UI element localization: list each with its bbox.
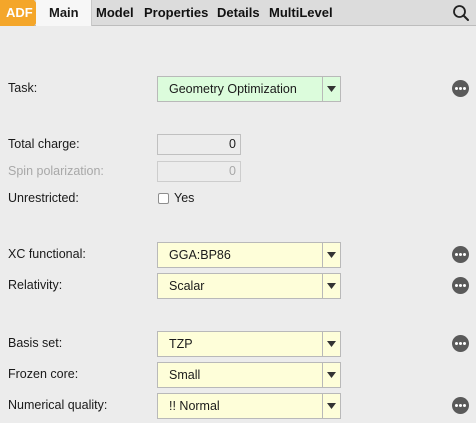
numerical-quality-value: !! Normal [169, 399, 220, 413]
tab-main[interactable]: Main [36, 0, 92, 26]
frozen-core-select[interactable]: Small [157, 362, 341, 388]
basis-set-more-options-icon[interactable] [452, 335, 469, 352]
relativity-select[interactable]: Scalar [157, 273, 341, 299]
xc-functional-dropdown[interactable] [322, 243, 340, 267]
numerical-quality-more-options-icon[interactable] [452, 397, 469, 414]
basis-set-value: TZP [169, 337, 193, 351]
chevron-down-icon [327, 283, 336, 289]
tab-details[interactable]: Details [217, 0, 260, 26]
relativity-dropdown[interactable] [322, 274, 340, 298]
relativity-value: Scalar [169, 279, 205, 293]
tab-model[interactable]: Model [96, 0, 134, 26]
spin-polarization-field: 0 [157, 161, 241, 182]
xc-functional-value: GGA:BP86 [169, 248, 231, 262]
unrestricted-checkbox[interactable] [158, 193, 169, 204]
basis-set-label: Basis set: [8, 336, 63, 350]
task-dropdown[interactable] [322, 77, 340, 101]
numerical-quality-dropdown[interactable] [322, 394, 340, 418]
chevron-down-icon [327, 252, 336, 258]
total-charge-label: Total charge: [8, 137, 80, 151]
relativity-more-options-icon[interactable] [452, 277, 469, 294]
xc-functional-label: XC functional: [8, 247, 86, 261]
tab-bar: ADF Main Model Properties Details MultiL… [0, 0, 476, 26]
task-value: Geometry Optimization [169, 82, 297, 96]
frozen-core-label: Frozen core: [8, 367, 79, 381]
chevron-down-icon [327, 341, 336, 347]
xc-functional-more-options-icon[interactable] [452, 246, 469, 263]
spin-polarization-label: Spin polarization: [8, 164, 104, 178]
basis-set-dropdown[interactable] [322, 332, 340, 356]
frozen-core-dropdown[interactable] [322, 363, 340, 387]
frozen-core-value: Small [169, 368, 201, 382]
task-more-options-icon[interactable] [452, 80, 469, 97]
xc-functional-select[interactable]: GGA:BP86 [157, 242, 341, 268]
search-icon[interactable] [452, 4, 470, 22]
numerical-quality-label: Numerical quality: [8, 398, 108, 412]
chevron-down-icon [327, 403, 336, 409]
chevron-down-icon [327, 372, 336, 378]
numerical-quality-select[interactable]: !! Normal [157, 393, 341, 419]
relativity-label: Relativity: [8, 278, 63, 292]
unrestricted-label: Unrestricted: [8, 191, 79, 205]
chevron-down-icon [327, 86, 336, 92]
basis-set-select[interactable]: TZP [157, 331, 341, 357]
tab-multilevel[interactable]: MultiLevel [269, 0, 333, 26]
task-label: Task: [8, 81, 38, 95]
unrestricted-checkbox-label[interactable]: Yes [174, 191, 194, 205]
task-select[interactable]: Geometry Optimization [157, 76, 341, 102]
total-charge-field[interactable]: 0 [157, 134, 241, 155]
tab-properties[interactable]: Properties [144, 0, 208, 26]
